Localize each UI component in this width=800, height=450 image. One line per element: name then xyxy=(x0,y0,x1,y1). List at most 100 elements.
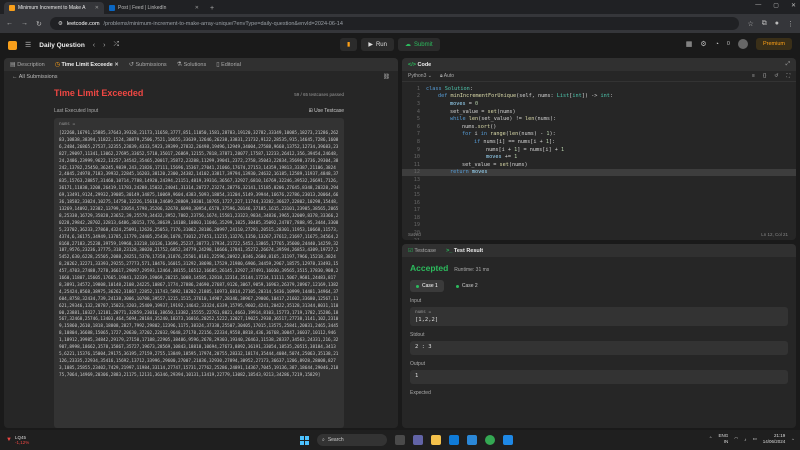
code-line[interactable]: 19 xyxy=(402,222,796,230)
share-icon[interactable]: ⛓ xyxy=(383,74,390,80)
code-line[interactable]: 10 moves += 1 xyxy=(402,153,796,161)
browser-tab-linkedin[interactable]: Post | Feed | LinkedIn ✕ xyxy=(104,2,204,14)
code-line[interactable]: 13 xyxy=(402,176,796,184)
wifi-icon[interactable]: ◠ xyxy=(734,436,738,442)
code-line[interactable]: 20 xyxy=(402,229,796,237)
task-view-icon[interactable] xyxy=(395,435,405,445)
teams-icon[interactable] xyxy=(413,435,423,445)
back-icon[interactable]: ← xyxy=(6,20,13,27)
tab-time-limit[interactable]: ◷ Time Limit Exceede ✕ xyxy=(55,61,119,68)
code-line[interactable]: 6 nums. sort() xyxy=(402,123,796,131)
minimize-icon[interactable]: — xyxy=(755,2,761,9)
code-line[interactable]: 18 xyxy=(402,214,796,222)
tab-test-result[interactable]: >_ Test Result xyxy=(446,248,483,254)
streak-icon[interactable]: ◔ xyxy=(715,41,719,48)
code-line[interactable]: 1 class Solution: xyxy=(402,85,796,93)
taskbar-search[interactable]: ⌕ Search xyxy=(317,434,387,446)
avatar[interactable] xyxy=(737,39,748,49)
tab-editorial[interactable]: ▯ Editorial xyxy=(216,61,241,68)
volume-icon[interactable]: ♪ xyxy=(744,437,746,442)
battery-icon[interactable]: ▭ xyxy=(752,436,756,442)
stock-widget[interactable]: ▼ LQ45 -1,12% xyxy=(6,435,29,445)
submit-button[interactable]: ☁ Submit xyxy=(397,38,440,51)
maximize-panel-icon[interactable]: ⤢ xyxy=(786,61,790,68)
edge-icon[interactable] xyxy=(449,435,459,445)
code-line[interactable]: 4 set_value = set (nums) xyxy=(402,108,796,116)
reset-icon[interactable]: ↺ xyxy=(774,73,778,79)
url-input[interactable]: ⚙ leetcode.com/problems/minimum-incremen… xyxy=(49,17,740,30)
forward-icon[interactable]: → xyxy=(21,20,28,27)
code-token: def xyxy=(438,93,451,100)
code-token: len xyxy=(508,131,519,138)
use-testcase-button[interactable]: ⊞ Use Testcase xyxy=(308,108,344,114)
notification-icon[interactable]: ◔ xyxy=(791,437,794,442)
history-icon: ↺ xyxy=(128,62,134,68)
debug-button[interactable]: ▮ xyxy=(340,38,358,51)
code-tab[interactable]: </> Code xyxy=(408,62,431,68)
close-tab-icon[interactable]: ✕ xyxy=(95,5,99,11)
code-token: : xyxy=(609,93,613,100)
case-1-tab[interactable]: Case 1 xyxy=(410,280,444,292)
leetcode-logo-icon[interactable] xyxy=(8,40,17,50)
layout-icon[interactable]: ▦ xyxy=(686,40,693,48)
premium-button[interactable]: Premium xyxy=(755,38,792,50)
code-line[interactable]: 8 if nums[i] == nums[i + 1]: xyxy=(402,138,796,146)
close-window-icon[interactable]: ✕ xyxy=(791,2,796,9)
input-var: nums = xyxy=(415,310,432,315)
tab-submissions[interactable]: ↺ Submissions xyxy=(129,61,167,68)
site-info-icon[interactable]: ⚙ xyxy=(58,21,63,27)
profile-icon[interactable]: ● xyxy=(775,20,779,28)
next-problem-icon[interactable]: › xyxy=(103,42,105,49)
code-line[interactable]: 2 def minIncrementForUnique (self, nums: L… xyxy=(402,93,796,101)
extensions-icon[interactable]: ⧉ xyxy=(762,20,767,28)
terminal-icon: >_ xyxy=(446,247,453,254)
reload-icon[interactable]: ↻ xyxy=(36,20,42,28)
clock[interactable]: 21:19 14/06/2024 xyxy=(763,433,786,445)
page-title[interactable]: Daily Question xyxy=(39,42,85,49)
tray-chevron-icon[interactable]: ⌃ xyxy=(709,436,713,442)
code-line[interactable]: 3 moves = 0 xyxy=(402,100,796,108)
maximize-icon[interactable]: ▢ xyxy=(773,2,779,9)
language-select[interactable]: Python3 ⌄ xyxy=(408,73,432,79)
line-number: 9 xyxy=(416,146,420,153)
language-indicator[interactable]: ENG IN xyxy=(719,433,729,445)
code-line[interactable]: 7 for i in range(len (nums) - 1): xyxy=(402,131,796,139)
close-icon[interactable]: ✕ xyxy=(114,62,119,68)
code-line[interactable]: 17 xyxy=(402,207,796,215)
new-tab-icon[interactable]: + xyxy=(204,5,220,12)
code-line[interactable]: 11 set_value = set (nums) xyxy=(402,161,796,169)
bracket-icon[interactable]: {} xyxy=(763,73,766,79)
bookmark-star-icon[interactable]: ☆ xyxy=(747,20,753,28)
shuffle-icon[interactable]: ⤮ xyxy=(113,41,119,49)
vscode-icon[interactable] xyxy=(503,435,513,445)
settings-icon[interactable]: ⚙ xyxy=(700,40,706,48)
code-editor[interactable]: 1 class Solution: 2 def minIncrementForUniq… xyxy=(402,82,796,240)
code-line[interactable]: 12 return moves xyxy=(402,168,796,177)
code-line[interactable]: 16 xyxy=(402,199,796,207)
case-2-tab[interactable]: Case 2 xyxy=(450,280,484,292)
code-line[interactable]: 5 while len (set_value) != len (nums): xyxy=(402,115,796,123)
code-line[interactable]: 14 xyxy=(402,184,796,192)
store-icon[interactable] xyxy=(467,435,477,445)
all-submissions-link[interactable]: ← All Submissions xyxy=(12,74,58,80)
problem-list-icon[interactable]: ☰ xyxy=(25,41,31,49)
line-number: 7 xyxy=(416,131,420,138)
tab-testcase[interactable]: ☑ Testcase xyxy=(408,248,436,254)
prev-problem-icon[interactable]: ‹ xyxy=(93,42,95,49)
chrome-icon[interactable] xyxy=(485,435,495,445)
run-button[interactable]: ▶ Run xyxy=(361,38,394,51)
tab-solutions[interactable]: ⚗ Solutions xyxy=(177,61,207,68)
code-line[interactable]: 21 xyxy=(402,237,796,240)
browser-tab-leetcode[interactable]: Minimum Increment to Make A ✕ xyxy=(4,2,104,14)
fullscreen-icon[interactable]: ⛶ xyxy=(786,73,790,79)
browser-menu-icon[interactable]: ⋮ xyxy=(787,20,794,28)
code-line[interactable]: 9 nums[i + 1] = nums[i] + 1 xyxy=(402,146,796,154)
code-panel-header: </> Code ⤢ xyxy=(402,58,796,71)
file-explorer-icon[interactable] xyxy=(431,435,441,445)
windows-start-icon[interactable] xyxy=(300,435,309,445)
auto-mode[interactable]: 🔒︎ Auto xyxy=(440,73,454,79)
code-line[interactable]: 15 xyxy=(402,191,796,199)
format-icon[interactable]: ≡ xyxy=(752,73,755,79)
tab-description[interactable]: ▤ Description xyxy=(10,61,45,68)
close-tab-icon[interactable]: ✕ xyxy=(195,5,199,11)
